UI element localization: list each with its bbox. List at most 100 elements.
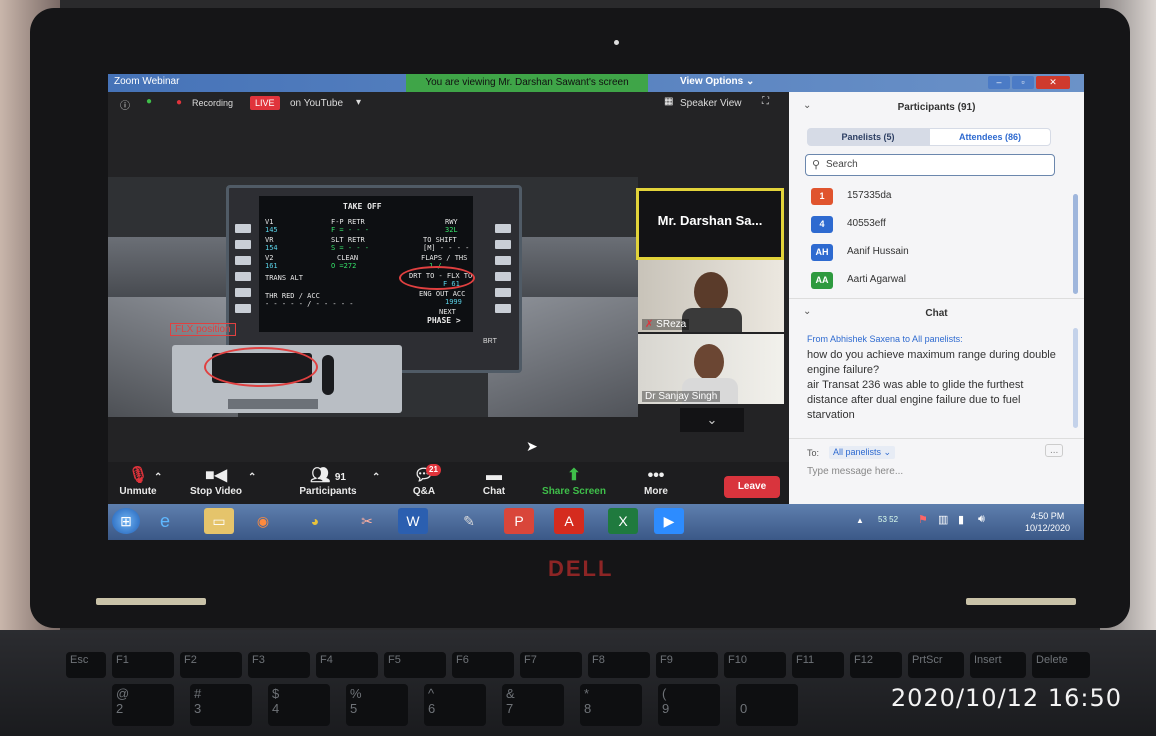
speaker-view-button[interactable]: Speaker View (680, 98, 742, 109)
participants-title: Participants (91) (897, 102, 976, 113)
chat-recipient-select[interactable]: All panelists ⌄ (829, 446, 896, 459)
key-7: & 7 (502, 684, 564, 726)
v2-value: 161 (265, 262, 278, 270)
record-icon: ● (176, 97, 183, 108)
chrome-icon[interactable]: ◕ (300, 508, 330, 534)
qa-button[interactable]: 💬︎ 21 Q&A (404, 464, 444, 497)
speaker-view-icon[interactable]: ▦ (664, 96, 673, 107)
v2-label: V2 (265, 254, 274, 262)
key-3-shift: # (194, 686, 202, 701)
chat-button[interactable]: ▬ Chat (474, 466, 514, 497)
lsk-1l (235, 224, 251, 233)
excel-icon[interactable]: X (608, 508, 638, 534)
hinge-right (966, 598, 1076, 605)
snipping-tool-icon[interactable]: ✂ (352, 508, 382, 534)
flag-icon[interactable]: ⚑ (918, 513, 928, 526)
leave-button[interactable]: Leave (724, 476, 780, 498)
scroll-videos-down-button[interactable]: ⌄ (680, 408, 744, 432)
zoom-app-icon[interactable]: ▶ (654, 508, 684, 534)
view-options-button[interactable]: View Options ⌄ (680, 76, 754, 87)
thrust-highlight-circle (204, 347, 318, 387)
to-shift-value: [M] - - - - (423, 244, 470, 252)
participant-row[interactable]: 1 157335da (789, 184, 1069, 210)
live-destination[interactable]: on YouTube (290, 98, 343, 109)
chat-scrollbar[interactable] (1073, 328, 1078, 428)
audio-options-chevron-icon[interactable]: ⌃ (154, 472, 162, 483)
chevron-down-icon[interactable]: ▾ (356, 97, 361, 108)
presenter-tile[interactable]: Mr. Darshan Sa... (636, 188, 784, 260)
sreza-name-text: SReza (656, 319, 687, 330)
search-placeholder: Search (826, 159, 858, 170)
tab-attendees[interactable]: Attendees (86) (929, 128, 1051, 146)
chat-message-input[interactable]: Type message here... (807, 466, 1067, 486)
lsk-5l (235, 288, 251, 297)
participant-row[interactable]: 4 40553eff (789, 212, 1069, 238)
key-9-main: 9 (662, 701, 670, 716)
video-tile-sreza[interactable]: ✗ SReza (638, 260, 784, 332)
more-icon: ••• (647, 467, 665, 484)
maximize-button[interactable]: ▫ (1012, 76, 1034, 89)
key-7-main: 7 (506, 701, 514, 716)
file-explorer-icon[interactable]: ▭ (204, 508, 234, 534)
key-3: #3 (190, 684, 252, 726)
participants-chevron-icon[interactable]: ⌃ (372, 472, 380, 483)
internet-explorer-icon[interactable]: e (150, 508, 180, 534)
chat-divider (789, 438, 1084, 439)
participant-row[interactable]: AH Aanif Hussain (789, 240, 1069, 266)
participants-scrollbar[interactable] (1073, 194, 1078, 294)
word-icon[interactable]: W (398, 508, 428, 534)
mcdu-title: TAKE OFF (343, 202, 382, 211)
vr-value: 154 (265, 244, 278, 252)
powerpoint-icon[interactable]: P (504, 508, 534, 534)
participant-name: Aarti Agarwal (847, 274, 906, 285)
video-options-chevron-icon[interactable]: ⌃ (248, 472, 256, 483)
slt-retr-label: SLT RETR (331, 236, 365, 244)
participants-label: Participants (299, 486, 357, 497)
mouse-cursor-icon: ➤ (526, 438, 538, 454)
minimize-button[interactable]: – (988, 76, 1010, 89)
camera-icon: ■◀ (205, 467, 227, 484)
paint-icon[interactable]: ✎ (454, 508, 484, 534)
share-screen-button[interactable]: ⬆ Share Screen (536, 466, 612, 497)
lsk-2r (495, 240, 511, 249)
participant-row[interactable]: AA Aarti Agarwal (789, 268, 1069, 294)
key-0-shift (740, 686, 794, 701)
key-5: % 5 (346, 684, 408, 726)
network-icon[interactable]: ▥ (938, 513, 948, 526)
info-icon[interactable]: ⓘ (120, 97, 130, 112)
key-insert: Insert (970, 652, 1026, 678)
video-tile-sanjay[interactable]: Dr Sanjay Singh (638, 334, 784, 404)
taskbar-clock[interactable]: 4:50 PM 10/12/2020 (1025, 510, 1070, 534)
key-2-shift: @ (116, 686, 130, 701)
show-hidden-icons-icon[interactable]: ▲ (856, 516, 864, 525)
close-button[interactable]: ✕ (1036, 76, 1070, 89)
key-f5: F5 (384, 652, 446, 678)
qa-label: Q&A (412, 486, 436, 497)
meeting-toolbar: 🎙︎ Unmute ⌃ ■◀ Stop Video ⌃ 👥︎ 91 Partic… (108, 462, 789, 510)
recording-label: Recording (192, 98, 234, 108)
key-5-main: 5 (350, 701, 358, 716)
key-8-main: 8 (584, 701, 592, 716)
volume-icon[interactable]: 🔊︎ (978, 513, 985, 526)
stop-video-button[interactable]: ■◀ Stop Video (186, 466, 246, 497)
media-player-icon[interactable]: ◉ (248, 508, 278, 534)
signal-icon[interactable]: ▮ (958, 513, 964, 526)
more-button[interactable]: ••• More (636, 466, 676, 497)
search-input[interactable]: ⚲ Search (805, 154, 1055, 176)
presenter-name: Mr. Darshan Sa... (657, 213, 763, 228)
photo-timestamp: 2020/10/12 16:50 (890, 684, 1122, 712)
shield-icon[interactable]: ● (146, 96, 152, 107)
zoom-top-bar: ⓘ ● ● Recording LIVE on YouTube ▾ ▦ Spea… (108, 92, 789, 116)
clean-value: O =272 (331, 262, 357, 270)
tab-panelists[interactable]: Panelists (5) (807, 128, 929, 146)
avatar: 1 (811, 188, 833, 205)
fullscreen-icon[interactable]: ⛶ (762, 96, 769, 107)
qa-icon: 💬︎ 21 (404, 464, 444, 486)
share-screen-label: Share Screen (542, 486, 606, 497)
chat-more-button[interactable]: ... (1045, 444, 1064, 457)
flp-retr-label: F-P RETR (331, 218, 365, 226)
acrobat-icon[interactable]: A (554, 508, 584, 534)
participants-button[interactable]: 👥︎ 91 Participants (296, 466, 360, 497)
start-button[interactable]: ⊞ (112, 508, 140, 534)
tray-values: 53 52 (878, 515, 899, 524)
